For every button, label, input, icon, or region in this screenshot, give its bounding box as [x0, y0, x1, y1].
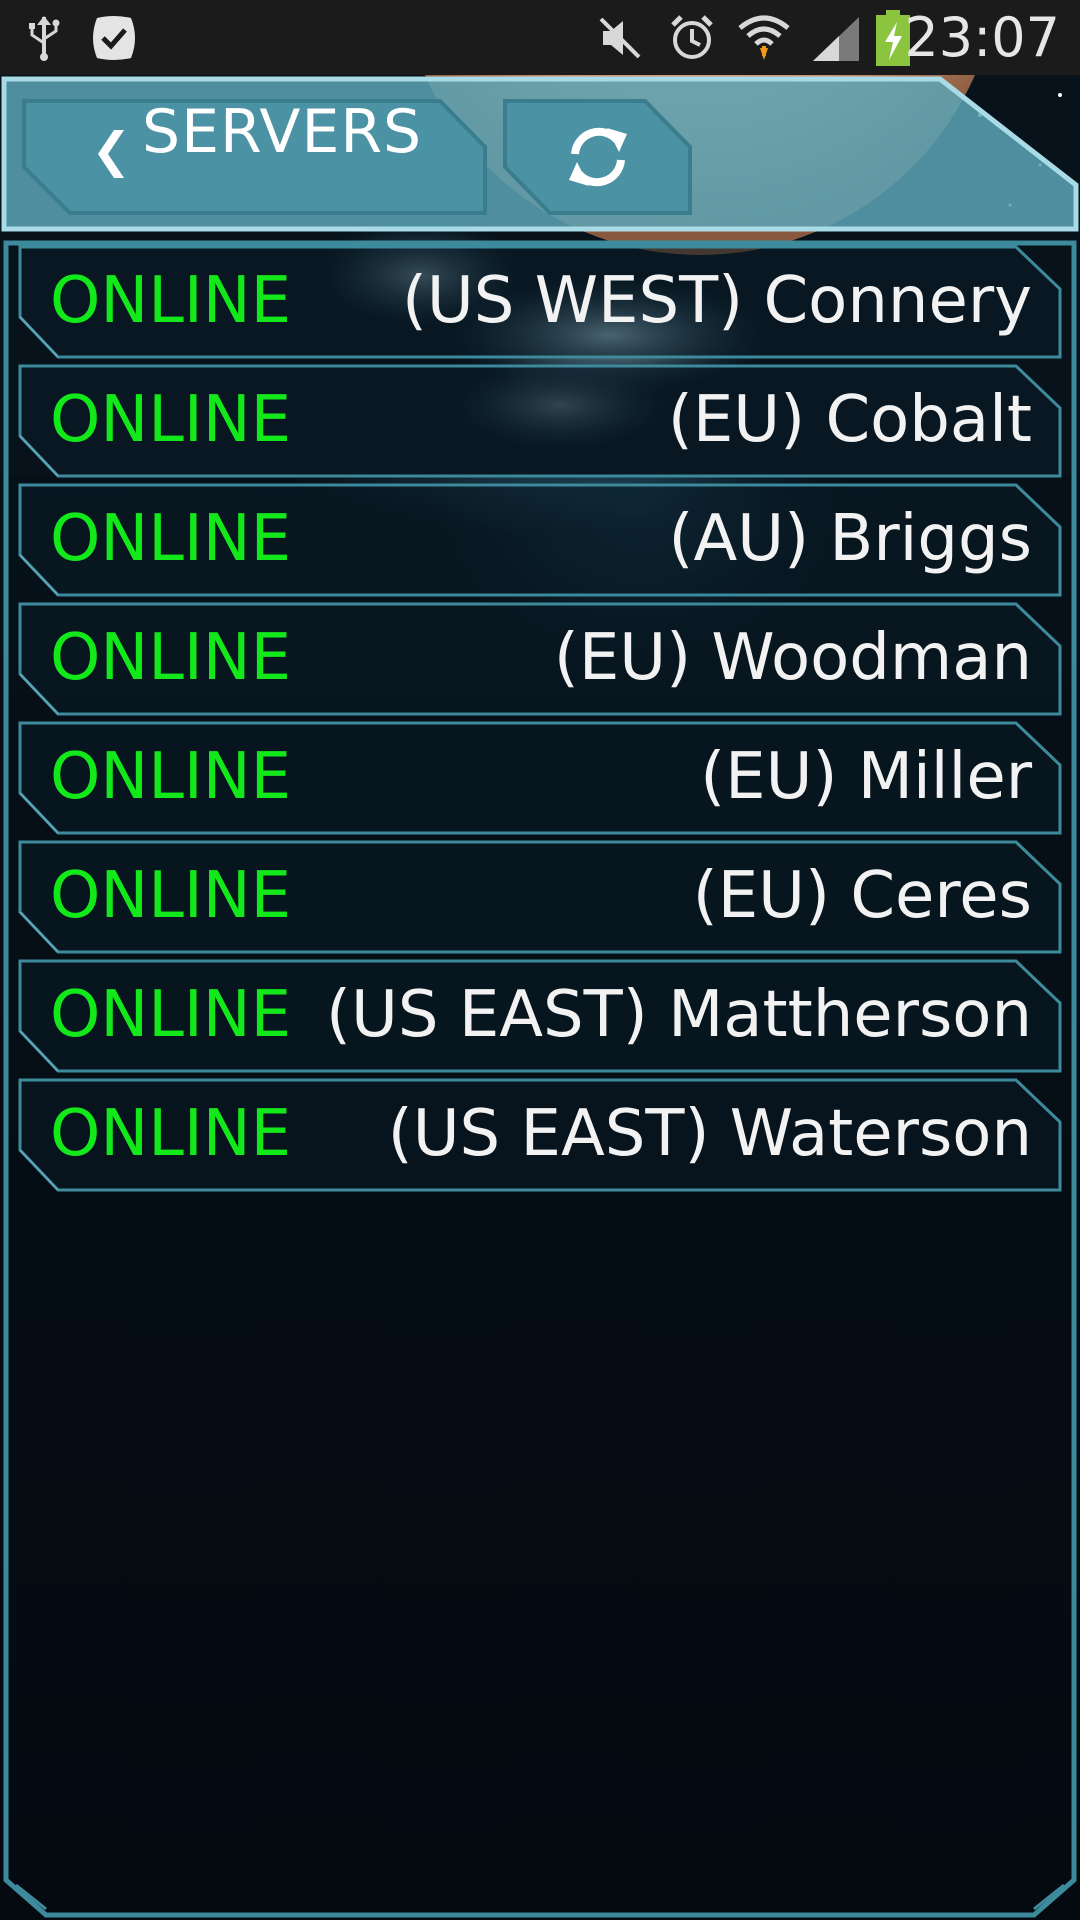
server-row[interactable]: ONLINE (AU) Briggs: [18, 483, 1062, 597]
server-status: ONLINE: [50, 740, 292, 814]
alarm-icon: [666, 0, 718, 75]
refresh-icon: [569, 127, 627, 187]
server-row[interactable]: ONLINE (EU) Cobalt: [18, 364, 1062, 478]
server-status: ONLINE: [50, 1097, 292, 1171]
signal-icon: [808, 0, 864, 75]
server-row[interactable]: ONLINE (US EAST) Mattherson: [18, 959, 1062, 1073]
server-row[interactable]: ONLINE (EU) Ceres: [18, 840, 1062, 954]
server-row[interactable]: ONLINE (US WEST) Connery: [18, 245, 1062, 359]
refresh-button[interactable]: [505, 100, 690, 212]
server-name: (EU) Miller: [700, 740, 1032, 814]
status-bar: 23:07: [0, 0, 1080, 75]
clock: 23:07: [904, 6, 1060, 69]
server-name: (AU) Briggs: [668, 502, 1033, 576]
server-status: ONLINE: [50, 502, 292, 576]
server-status: ONLINE: [50, 264, 292, 338]
server-name: (US WEST) Connery: [401, 264, 1032, 338]
server-status: ONLINE: [50, 621, 292, 695]
server-row[interactable]: ONLINE (EU) Woodman: [18, 602, 1062, 716]
server-name: (EU) Woodman: [553, 621, 1032, 695]
header: SERVERS: [0, 75, 1080, 235]
mute-icon: [596, 0, 644, 75]
server-row[interactable]: ONLINE (US EAST) Waterson: [18, 1078, 1062, 1192]
checkmark-app-icon: [86, 0, 142, 75]
server-name: (US EAST) Mattherson: [326, 978, 1032, 1052]
chevron-left-icon: [98, 130, 124, 178]
server-name: (EU) Cobalt: [667, 383, 1032, 457]
server-status: ONLINE: [50, 859, 292, 933]
server-name: (US EAST) Waterson: [387, 1097, 1032, 1171]
server-row[interactable]: ONLINE (EU) Miller: [18, 721, 1062, 835]
server-status: ONLINE: [50, 383, 292, 457]
page-title: SERVERS: [142, 97, 423, 167]
usb-icon: [20, 0, 68, 75]
server-status: ONLINE: [50, 978, 292, 1052]
server-list-screen: SERVERS ONLINE (US WEST) Connery ONLINE (EU…: [0, 75, 1080, 1920]
server-name: (EU) Ceres: [692, 859, 1032, 933]
wifi-icon: [736, 0, 792, 75]
